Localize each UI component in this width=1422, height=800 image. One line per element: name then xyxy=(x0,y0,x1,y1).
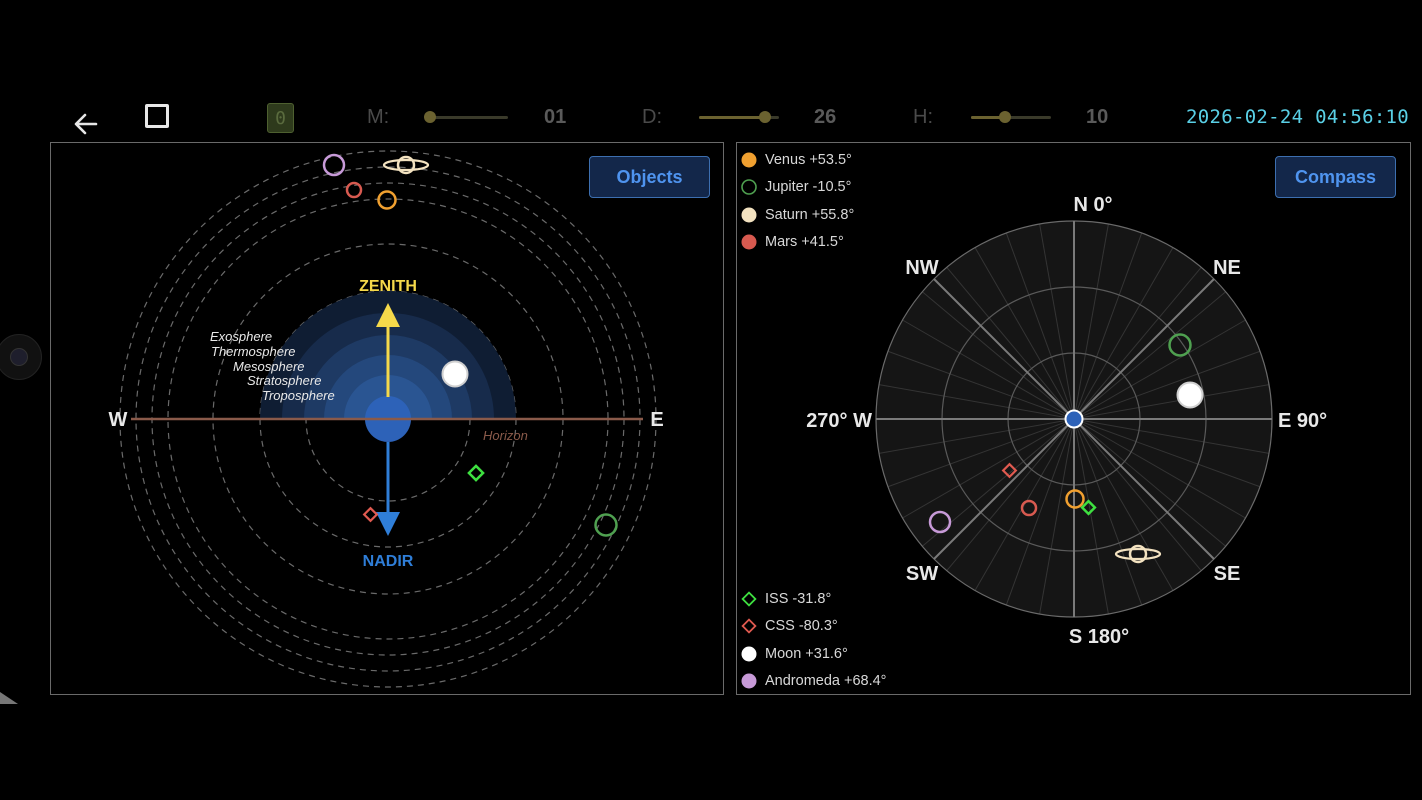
compass-view-panel: N 0° S 180° E 90° 270° W NE NW SE SW Ven… xyxy=(736,142,1411,695)
square-toggle-button[interactable] xyxy=(145,104,169,128)
legend-label: Moon +31.6° xyxy=(765,645,848,662)
venus-marker[interactable] xyxy=(377,190,397,210)
label-ne: NE xyxy=(1213,257,1241,279)
legend-label: Saturn +55.8° xyxy=(765,206,855,223)
hour-slider[interactable] xyxy=(971,111,1051,123)
label-north: N 0° xyxy=(1073,194,1112,216)
legend-item: Moon +31.6° xyxy=(740,640,886,668)
camera-cutout xyxy=(0,334,42,380)
arrow-left-icon xyxy=(74,113,98,135)
label-east: E 90° xyxy=(1278,410,1327,432)
hour-value: 10 xyxy=(1086,106,1109,128)
iss-marker[interactable] xyxy=(467,464,485,482)
month-label: M: xyxy=(367,106,390,128)
legend-label: ISS -31.8° xyxy=(765,590,832,607)
saturn-marker[interactable] xyxy=(382,155,430,175)
label-se: SE xyxy=(1214,563,1241,585)
legend-item: CSS -80.3° xyxy=(740,613,886,641)
nadir-arrow-head xyxy=(376,512,400,536)
month-slider-thumb[interactable] xyxy=(424,111,436,123)
label-south: S 180° xyxy=(1069,626,1129,648)
label-sw: SW xyxy=(906,563,938,585)
layer-label-mesosphere: Mesosphere xyxy=(233,359,305,374)
day-slider-thumb[interactable] xyxy=(759,111,772,123)
objects-button[interactable]: Objects xyxy=(589,156,710,198)
month-value: 01 xyxy=(544,106,567,128)
month-slider[interactable] xyxy=(424,111,508,123)
hour-slider-thumb[interactable] xyxy=(999,111,1012,123)
css-marker[interactable] xyxy=(362,506,379,523)
zero-badge[interactable]: 0 xyxy=(267,103,294,133)
east-label: E xyxy=(650,409,663,431)
back-button[interactable] xyxy=(70,108,102,140)
legend-label: Mars +41.5° xyxy=(765,234,844,251)
filled-circle-icon xyxy=(740,151,758,169)
horizon-label: Horizon xyxy=(483,428,528,443)
layer-label-stratosphere: Stratosphere xyxy=(247,373,321,388)
filled-circle-icon xyxy=(740,206,758,224)
hollow-diamond-icon xyxy=(740,590,758,608)
filled-circle-icon xyxy=(740,233,758,251)
day-slider[interactable] xyxy=(699,111,779,123)
day-slider-fill xyxy=(699,116,766,119)
legend-item: Andromeda +68.4° xyxy=(740,668,886,696)
hollow-circle-icon xyxy=(740,178,758,196)
legend-label: CSS -80.3° xyxy=(765,618,838,635)
label-nw: NW xyxy=(905,257,938,279)
legend-label: Andromeda +68.4° xyxy=(765,673,887,690)
moon-marker[interactable] xyxy=(441,360,469,388)
filled-circle-icon xyxy=(740,672,758,690)
compass-button[interactable]: Compass xyxy=(1275,156,1396,198)
legend-item: Venus +53.5° xyxy=(740,146,854,174)
layer-label-troposphere: Troposphere xyxy=(262,388,335,403)
legend-label: Jupiter -10.5° xyxy=(765,179,852,196)
filled-circle-icon xyxy=(740,645,758,663)
moon-marker[interactable] xyxy=(1176,381,1204,409)
legend-others: ISS -31.8° CSS -80.3° Moon +31.6° Andromeda… xyxy=(740,585,886,695)
legend-label: Venus +53.5° xyxy=(765,151,852,168)
side-view-panel: Horizon ZENITH NADIR W E Exosphere Therm… xyxy=(50,142,724,695)
day-value: 26 xyxy=(814,106,837,128)
legend-item: Saturn +55.8° xyxy=(740,201,854,229)
layer-label-thermosphere: Thermosphere xyxy=(211,344,296,359)
corner-triangle-icon xyxy=(0,692,18,704)
datetime-clock: 2026-02-24 04:56:10 xyxy=(1186,106,1410,128)
legend-item: Mars +41.5° xyxy=(740,229,854,257)
observer-marker xyxy=(1064,409,1084,429)
mars-marker[interactable] xyxy=(345,181,363,199)
andromeda-marker[interactable] xyxy=(322,153,346,177)
hour-label: H: xyxy=(913,106,933,128)
side-view-canvas: Horizon ZENITH NADIR W E Exosphere Therm… xyxy=(109,150,664,688)
label-west: 270° W xyxy=(806,410,872,432)
day-label: D: xyxy=(642,106,662,128)
legend-item: ISS -31.8° xyxy=(740,585,886,613)
zenith-label: ZENITH xyxy=(359,278,417,295)
camera-lens xyxy=(10,348,28,366)
hollow-diamond-icon xyxy=(740,617,758,635)
nadir-label: NADIR xyxy=(363,553,414,570)
west-label: W xyxy=(109,409,128,431)
layer-label-exosphere: Exosphere xyxy=(210,329,272,344)
legend-item: Jupiter -10.5° xyxy=(740,174,854,202)
legend-planets: Venus +53.5° Jupiter -10.5° Saturn +55.8° M… xyxy=(740,146,854,256)
